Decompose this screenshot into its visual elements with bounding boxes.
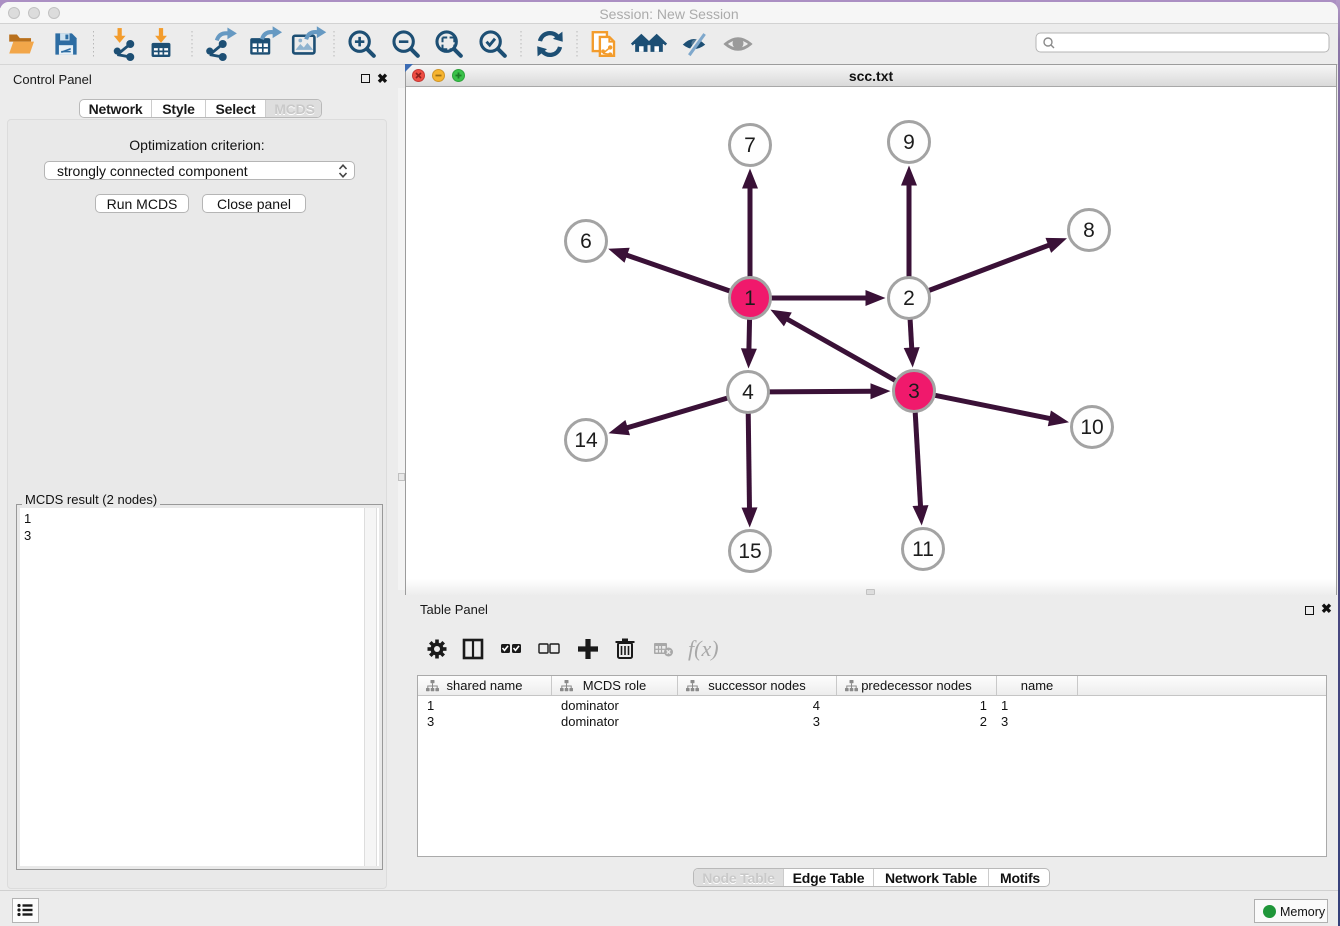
svg-text:15: 15 — [738, 540, 761, 563]
svg-text:14: 14 — [574, 429, 598, 452]
svg-text:3: 3 — [908, 380, 920, 403]
svg-text:11: 11 — [912, 538, 934, 561]
svg-text:2: 2 — [903, 287, 915, 310]
svg-text:f(x): f(x) — [688, 636, 719, 661]
svg-text:6: 6 — [580, 230, 592, 253]
svg-text:7: 7 — [744, 134, 756, 157]
svg-text:9: 9 — [903, 131, 915, 154]
svg-text:8: 8 — [1083, 219, 1095, 242]
svg-text:10: 10 — [1080, 416, 1103, 439]
svg-text:4: 4 — [742, 381, 754, 404]
svg-text:1: 1 — [744, 287, 756, 310]
